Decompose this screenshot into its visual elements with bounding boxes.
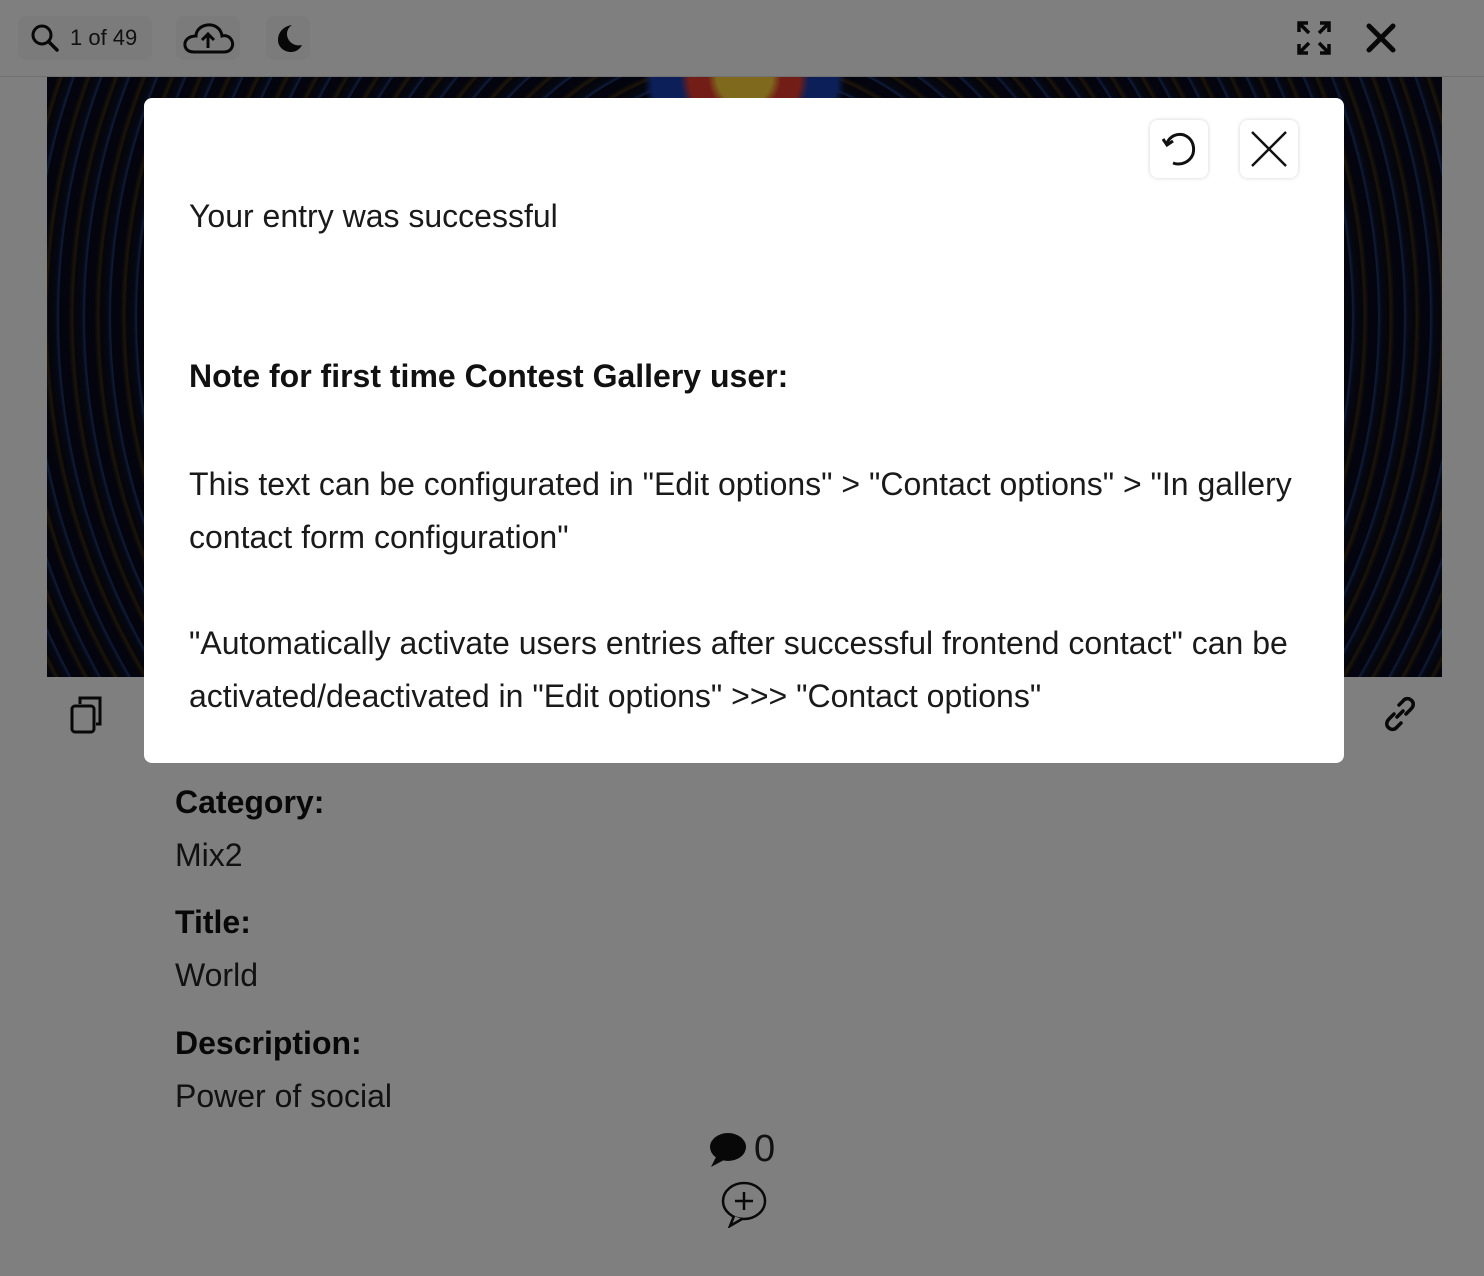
note-paragraph-2: "Automatically activate users entries af…	[189, 625, 1288, 714]
reload-button[interactable]	[1150, 120, 1208, 178]
success-message: Your entry was successful	[189, 198, 558, 234]
success-modal: Your entry was successful Note for first…	[144, 98, 1344, 763]
note-paragraph-1: This text can be configurated in "Edit o…	[189, 466, 1292, 555]
close-icon	[1251, 131, 1287, 167]
note-heading: Note for first time Contest Gallery user…	[189, 358, 789, 394]
reload-icon	[1161, 132, 1196, 166]
modal-close-button[interactable]	[1240, 120, 1298, 178]
